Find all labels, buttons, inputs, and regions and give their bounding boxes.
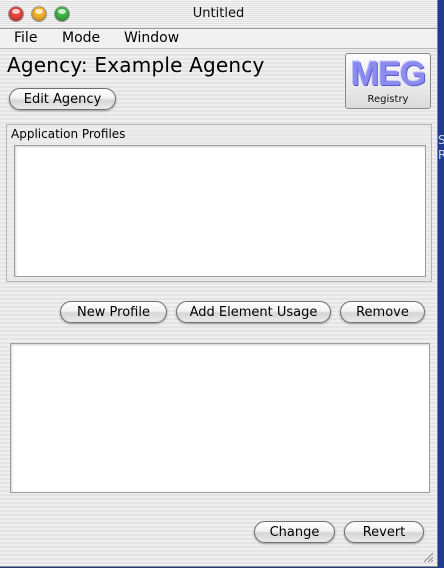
add-element-usage-button[interactable]: Add Element Usage — [176, 301, 331, 323]
new-profile-button[interactable]: New Profile — [60, 301, 167, 323]
menu-bar: File Mode Window — [0, 29, 437, 49]
window-title: Untitled — [192, 6, 245, 21]
revert-button[interactable]: Revert — [344, 521, 424, 543]
desktop-edge-text: S — [438, 133, 444, 147]
menu-file[interactable]: File — [14, 30, 37, 46]
resize-grip-icon[interactable] — [422, 551, 434, 563]
main-window: Untitled File Mode Window Agency: Exampl… — [0, 0, 438, 567]
change-button[interactable]: Change — [254, 521, 335, 543]
meg-registry-logo[interactable]: MEG Registry — [345, 53, 431, 109]
meg-logo-mark: MEG — [350, 55, 426, 93]
remove-button[interactable]: Remove — [340, 301, 425, 323]
agency-heading: Agency: Example Agency — [7, 53, 265, 77]
menu-mode[interactable]: Mode — [62, 30, 100, 46]
edit-agency-button[interactable]: Edit Agency — [9, 88, 116, 110]
desktop-edge: S R — [438, 0, 444, 568]
logo-caption: Registry — [367, 94, 409, 105]
application-profiles-label: Application Profiles — [11, 127, 126, 141]
menu-window[interactable]: Window — [124, 30, 179, 46]
application-profiles-list[interactable] — [14, 145, 426, 277]
desktop-edge-text: R — [438, 148, 444, 162]
title-bar[interactable]: Untitled — [0, 0, 437, 29]
detail-panel[interactable] — [10, 343, 430, 493]
